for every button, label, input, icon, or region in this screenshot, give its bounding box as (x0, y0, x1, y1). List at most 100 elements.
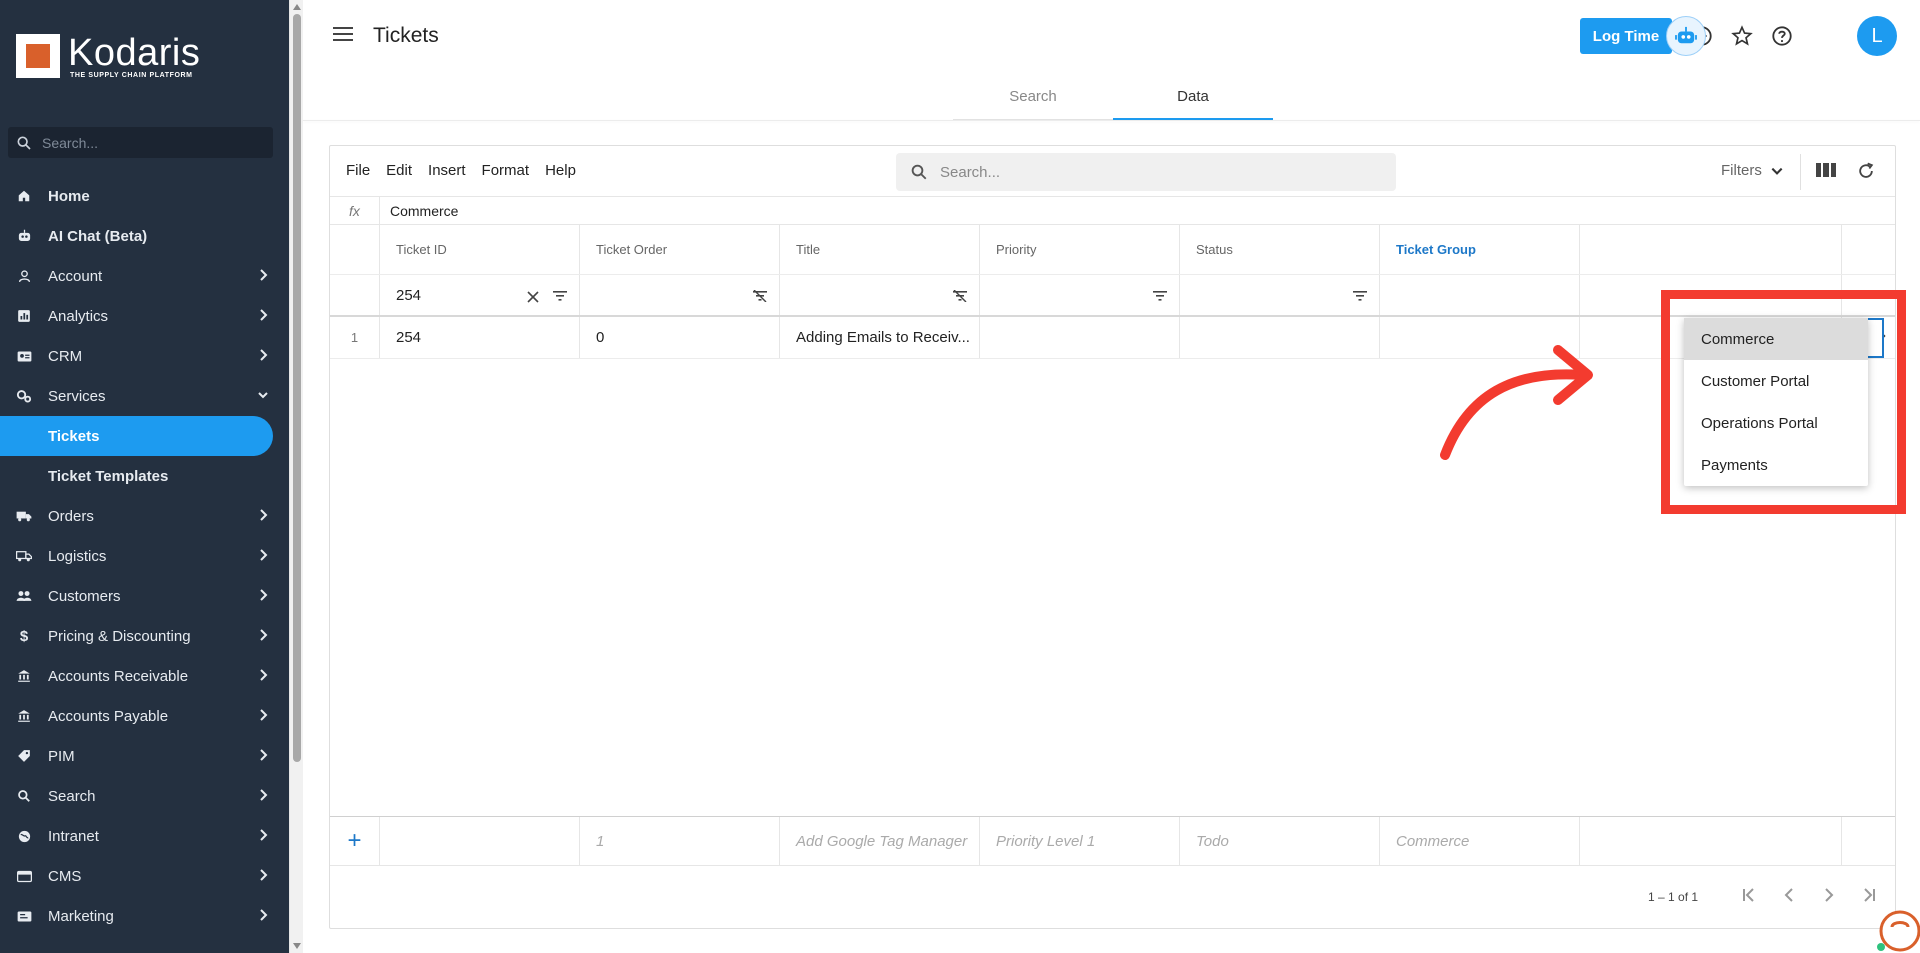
sidebar-item-cms[interactable]: CMS (0, 856, 289, 896)
cell-ticket-order[interactable]: 0 (580, 317, 780, 358)
filter-cell-ticket-id[interactable]: 254 (380, 275, 580, 315)
sidebar-item-accounts-receivable[interactable]: Accounts Receivable (0, 656, 289, 696)
avatar[interactable]: L (1857, 16, 1897, 56)
new-cell-status[interactable]: Todo (1180, 817, 1380, 865)
app-root: Kodaris THE SUPPLY CHAIN PLATFORM Home A… (0, 0, 1920, 953)
sidebar-item-crm[interactable]: CRM (0, 336, 289, 376)
sidebar-item-tickets[interactable]: Tickets (0, 416, 273, 456)
filters-dropdown[interactable]: Filters (1721, 162, 1784, 179)
cell-priority[interactable] (980, 317, 1180, 358)
sidebar-item-services[interactable]: Services (0, 376, 289, 416)
filter-icon[interactable] (1153, 289, 1167, 306)
scroll-down-icon[interactable] (293, 943, 301, 949)
new-cell-ticket-group[interactable]: Commerce (1380, 817, 1580, 865)
logo-word: Kodaris (68, 31, 201, 74)
support-chat-icon[interactable] (1872, 905, 1920, 953)
sidebar-item-home[interactable]: Home (0, 176, 289, 216)
sidebar-scrollbar[interactable] (289, 0, 303, 953)
filter-cell-ticket-group[interactable] (1380, 275, 1580, 315)
help-icon[interactable] (1770, 24, 1794, 48)
ai-assistant-button[interactable] (1666, 16, 1706, 56)
column-header-priority[interactable]: Priority (980, 225, 1180, 274)
star-icon[interactable] (1730, 24, 1754, 48)
new-cell-title[interactable]: Add Google Tag Manager (780, 817, 980, 865)
sidebar-item-label: Search (48, 787, 96, 805)
formula-input[interactable]: Commerce (380, 203, 458, 219)
filter-cell-ticket-order[interactable] (580, 275, 780, 315)
refresh-icon[interactable] (1856, 161, 1876, 186)
fx-label: fx (330, 196, 380, 225)
filter-cell-title[interactable] (780, 275, 980, 315)
cell-status[interactable] (1180, 317, 1380, 358)
sidebar-item-orders[interactable]: Orders (0, 496, 289, 536)
sidebar-item-label: AI Chat (Beta) (48, 227, 148, 245)
sidebar-search (8, 127, 273, 158)
new-cell-empty (1580, 817, 1842, 865)
chevron-right-icon (259, 868, 269, 886)
menu-edit[interactable]: Edit (386, 162, 412, 179)
sidebar-item-pricing[interactable]: $ Pricing & Discounting (0, 616, 289, 656)
highlight-box (1661, 290, 1906, 514)
sidebar-search-input[interactable] (42, 134, 262, 151)
new-cell-ticket-id[interactable] (380, 817, 580, 865)
tab-data[interactable]: Data (1113, 74, 1273, 120)
first-page-icon[interactable] (1740, 886, 1758, 909)
log-time-button[interactable]: Log Time (1580, 18, 1672, 54)
add-row-button[interactable]: + (330, 817, 380, 865)
column-header-status[interactable]: Status (1180, 225, 1380, 274)
chevron-right-icon (259, 748, 269, 766)
column-header-ticket-id[interactable]: Ticket ID (380, 225, 580, 274)
sidebar-item-label: Customers (48, 587, 121, 605)
grid-search-input[interactable] (940, 163, 1360, 181)
sidebar-item-search[interactable]: Search (0, 776, 289, 816)
column-header-ticket-order[interactable]: Ticket Order (580, 225, 780, 274)
sidebar-item-customers[interactable]: Customers (0, 576, 289, 616)
sidebar-item-marketing[interactable]: Marketing (0, 896, 289, 936)
column-header-ticket-group[interactable]: Ticket Group (1380, 225, 1580, 274)
sidebar-item-pim[interactable]: PIM (0, 736, 289, 776)
filter-cell-priority[interactable] (980, 275, 1180, 315)
columns-icon[interactable] (1816, 162, 1836, 183)
filter-icon[interactable] (553, 289, 567, 306)
tab-search[interactable]: Search (953, 74, 1113, 120)
sidebar-item-intranet[interactable]: Intranet (0, 816, 289, 856)
new-cell-priority[interactable]: Priority Level 1 (980, 817, 1180, 865)
chevron-right-icon (259, 348, 269, 366)
chevron-down-icon (1771, 167, 1783, 175)
filter-cell-status[interactable] (1180, 275, 1380, 315)
filter-icon[interactable] (1353, 289, 1367, 306)
sidebar-item-analytics[interactable]: Analytics (0, 296, 289, 336)
sidebar-item-account[interactable]: Account (0, 256, 289, 296)
grid-menu-bar: File Edit Insert Format Help (346, 162, 576, 179)
bank-icon (16, 708, 32, 724)
sidebar-item-ai-chat[interactable]: AI Chat (Beta) (0, 216, 289, 256)
sidebar-item-logistics[interactable]: Logistics (0, 536, 289, 576)
annotation-arrow-icon (1440, 345, 1593, 460)
filter-row-spacer (330, 275, 380, 315)
next-page-icon[interactable] (1820, 886, 1838, 909)
search-icon (16, 788, 32, 804)
sidebar-item-label: Services (48, 387, 106, 405)
scrollbar-thumb[interactable] (293, 14, 301, 762)
filter-off-icon[interactable] (753, 289, 767, 306)
cell-ticket-id[interactable]: 254 (380, 317, 580, 358)
filter-off-icon[interactable] (953, 289, 967, 306)
sidebar-item-accounts-payable[interactable]: Accounts Payable (0, 696, 289, 736)
clear-icon[interactable] (527, 290, 539, 307)
sidebar-item-ticket-templates[interactable]: Ticket Templates (0, 456, 289, 496)
hamburger-menu-icon[interactable] (333, 26, 353, 47)
scroll-up-icon[interactable] (293, 4, 301, 10)
chevron-right-icon (259, 588, 269, 606)
menu-help[interactable]: Help (545, 162, 576, 179)
menu-insert[interactable]: Insert (428, 162, 466, 179)
cell-title[interactable]: Adding Emails to Receiv... (780, 317, 980, 358)
campaign-icon (16, 908, 32, 924)
column-header-title[interactable]: Title (780, 225, 980, 274)
logo[interactable]: Kodaris THE SUPPLY CHAIN PLATFORM (16, 31, 201, 79)
new-cell-ticket-order[interactable]: 1 (580, 817, 780, 865)
previous-page-icon[interactable] (1780, 886, 1798, 909)
grid-header-row: Ticket ID Ticket Order Title Priority St… (330, 225, 1895, 275)
menu-format[interactable]: Format (482, 162, 530, 179)
sidebar-item-label: Tickets (48, 427, 100, 445)
menu-file[interactable]: File (346, 162, 370, 179)
